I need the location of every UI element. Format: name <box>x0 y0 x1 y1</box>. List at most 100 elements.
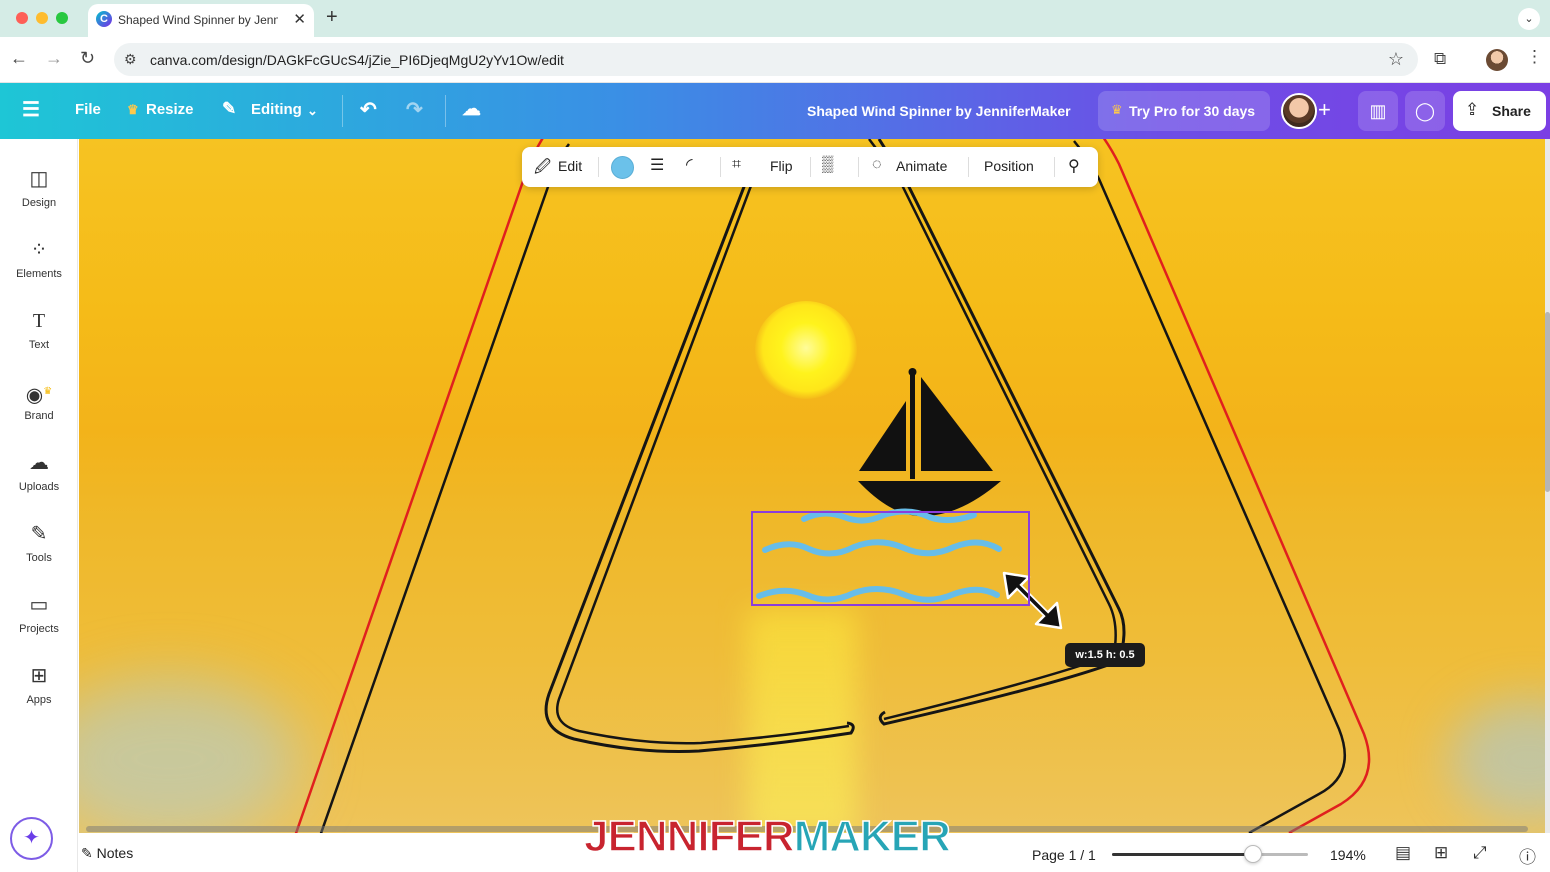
back-icon[interactable]: ← <box>10 48 28 69</box>
tab-search-button[interactable]: ⌄ <box>1518 8 1540 30</box>
upload-share-icon: ⇪ <box>1465 100 1480 119</box>
share-button[interactable]: ⇪ Share <box>1453 91 1546 131</box>
document-title[interactable]: Shaped Wind Spinner by JenniferMaker <box>807 103 1071 119</box>
sidebar-item-tools[interactable]: ✎ Tools <box>0 516 78 578</box>
reload-icon[interactable]: ↻ <box>80 48 95 69</box>
animate-icon: ◌ <box>872 156 882 173</box>
sidebar-item-elements[interactable]: ⁘ Elements <box>0 232 78 294</box>
spinner-artwork[interactable] <box>79 139 1545 833</box>
color-swatch-button[interactable] <box>611 156 634 179</box>
tab-title: Shaped Wind Spinner by Jennifer <box>118 13 278 27</box>
context-toolbar: 🖉 Edit ☰ ◜ ⌗ Flip ▒ ◌ Animate Position ⚲ <box>522 147 1098 187</box>
editor-header: ☰ File ♛ Resize ✎ Editing ⌄ ↶ ↷ ☁ Shaped… <box>0 83 1550 139</box>
zoom-level[interactable]: 194% <box>1330 847 1366 863</box>
address-bar-row: ← → ↻ ⚙ canva.com/design/DAGkFcGUcS4/jZi… <box>0 37 1550 83</box>
magic-assistant-button[interactable]: ✦ <box>10 817 53 860</box>
design-canvas[interactable] <box>79 139 1545 833</box>
page-view-icon[interactable]: ▤ <box>1395 843 1411 863</box>
sidebar-item-design[interactable]: ◫ Design <box>0 161 78 223</box>
file-menu-button[interactable]: File <box>75 101 101 118</box>
left-sidebar: ◫ Design ⁘ Elements T Text ◉♛ Brand ☁ Up… <box>0 139 78 872</box>
sidebar-item-label: Text <box>28 339 50 351</box>
comments-icon[interactable]: ◯ <box>1405 91 1445 131</box>
chevron-down-icon[interactable]: ⌄ <box>307 103 318 119</box>
selection-box[interactable] <box>751 511 1030 606</box>
transparency-icon[interactable]: ▒ <box>822 156 833 174</box>
crown-icon: ♛ <box>127 102 139 117</box>
edit-button[interactable]: Edit <box>558 158 582 174</box>
omnibox[interactable]: ⚙ canva.com/design/DAGkFcGUcS4/jZie_PI6D… <box>114 43 1418 76</box>
toolbar-divider <box>1054 157 1055 177</box>
grid-view-icon[interactable]: ⊞ <box>1434 843 1448 863</box>
sidebar-item-apps[interactable]: ⊞ Apps <box>0 658 78 720</box>
bookmark-star-icon[interactable]: ☆ <box>1388 49 1404 70</box>
browser-menu-icon[interactable]: ⋮ <box>1526 47 1543 67</box>
edit-image-icon: 🖉 <box>534 159 552 176</box>
sidebar-item-label: Projects <box>19 623 59 635</box>
vertical-scrollbar-thumb[interactable] <box>1545 312 1550 492</box>
design-icon: ◫ <box>29 168 49 190</box>
sidebar-item-uploads[interactable]: ☁ Uploads <box>0 445 78 507</box>
help-icon[interactable]: ⓘ <box>1519 843 1536 868</box>
watermark-part1: JENNIFER <box>583 811 795 862</box>
extensions-icon[interactable]: ⧉ <box>1434 49 1446 69</box>
zoom-slider-thumb[interactable] <box>1244 845 1263 863</box>
redo-icon[interactable]: ↷ <box>406 97 423 122</box>
share-label: Share <box>1492 103 1531 119</box>
notes-button[interactable]: ✎ Notes <box>81 845 133 862</box>
elements-icon: ⁘ <box>30 239 48 261</box>
url-text[interactable]: canva.com/design/DAGkFcGUcS4/jZie_PI6Dje… <box>150 52 564 68</box>
undo-icon[interactable]: ↶ <box>360 97 377 122</box>
cloud-saved-icon[interactable]: ☁ <box>462 98 481 121</box>
sidebar-item-label: Tools <box>26 552 52 564</box>
add-collaborator-icon[interactable]: + <box>1318 97 1331 123</box>
sidebar-item-label: Brand <box>24 410 54 422</box>
crown-icon: ♛ <box>1111 102 1123 117</box>
apps-icon: ⊞ <box>30 665 48 687</box>
notes-label: Notes <box>96 845 134 861</box>
corner-rounding-icon[interactable]: ◜ <box>686 155 693 175</box>
sidebar-item-label: Design <box>21 197 57 209</box>
browser-tab-strip: C Shaped Wind Spinner by Jennifer ✕ + ⌄ <box>0 0 1550 37</box>
fullscreen-icon[interactable]: ⤢ <box>1473 843 1487 863</box>
sidebar-item-text[interactable]: T Text <box>0 303 78 365</box>
resize-button[interactable]: Resize <box>146 101 194 118</box>
toolbar-divider <box>858 157 859 177</box>
sidebar-item-brand[interactable]: ◉♛ Brand <box>0 374 78 436</box>
position-button[interactable]: Position <box>984 158 1034 174</box>
main-menu-icon[interactable]: ☰ <box>22 97 40 122</box>
window-close-button[interactable] <box>16 12 28 24</box>
toolbar-divider <box>810 157 811 177</box>
editing-mode-button[interactable]: Editing <box>251 101 302 118</box>
sidebar-item-label: Uploads <box>18 481 60 493</box>
try-pro-label: Try Pro for 30 days <box>1129 103 1256 119</box>
try-pro-button[interactable]: ♛ Try Pro for 30 days <box>1098 91 1270 131</box>
window-minimize-button[interactable] <box>36 12 48 24</box>
sidebar-item-projects[interactable]: ▭ Projects <box>0 587 78 649</box>
inner-frame-outer <box>544 139 1126 753</box>
border-style-icon[interactable]: ☰ <box>650 155 664 175</box>
site-settings-icon[interactable]: ⚙ <box>124 51 137 68</box>
toolbar-divider <box>968 157 969 177</box>
browser-tab[interactable]: C Shaped Wind Spinner by Jennifer ✕ <box>88 4 314 37</box>
insights-chart-icon[interactable]: ▥ <box>1358 91 1398 131</box>
dimensions-tooltip: w:1.5 h: 0.5 <box>1065 643 1145 667</box>
uploads-icon: ☁ <box>29 452 49 474</box>
browser-profile-avatar[interactable] <box>1486 49 1508 71</box>
sidebar-item-label: Elements <box>16 268 62 280</box>
forward-icon[interactable]: → <box>45 48 63 69</box>
user-avatar[interactable] <box>1281 93 1317 129</box>
header-divider <box>342 95 343 127</box>
window-maximize-button[interactable] <box>56 12 68 24</box>
page-indicator[interactable]: Page 1 / 1 <box>1032 847 1096 863</box>
flip-button[interactable]: Flip <box>770 158 793 174</box>
notes-icon: ✎ <box>81 845 97 861</box>
pencil-icon: ✎ <box>222 99 237 118</box>
tab-close-icon[interactable]: ✕ <box>293 10 306 28</box>
sailboat-graphic <box>858 368 1001 517</box>
jennifermaker-watermark: JENNIFERMAKER <box>583 811 951 862</box>
animate-button[interactable]: Animate <box>896 158 947 174</box>
crop-icon[interactable]: ⌗ <box>732 156 741 174</box>
new-tab-button[interactable]: + <box>326 6 338 29</box>
copy-style-paint-roller-icon[interactable]: ⚲ <box>1068 156 1080 176</box>
